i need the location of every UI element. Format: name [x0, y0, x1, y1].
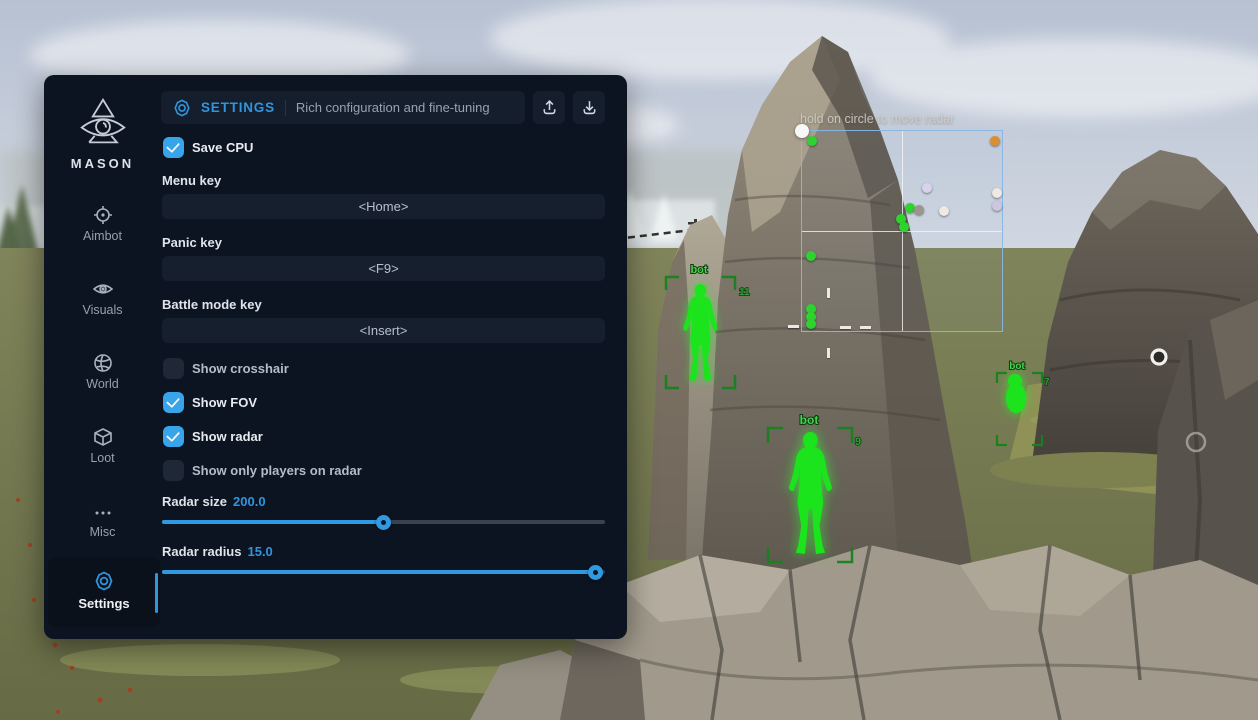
checkbox-label: Show crosshair: [192, 361, 289, 376]
ellipsis-icon: [93, 501, 113, 521]
section-header: SETTINGS Rich configuration and fine-tun…: [161, 91, 525, 124]
slider-fill: [162, 570, 596, 574]
loot-ring-marker: [1152, 350, 1166, 364]
eye-icon: [93, 279, 113, 299]
slider-fill: [162, 520, 384, 524]
sidebar-item-visuals[interactable]: Visuals: [44, 279, 161, 317]
export-config-button[interactable]: [533, 91, 565, 124]
sidebar-item-settings[interactable]: Settings: [48, 557, 160, 627]
show-radar-checkbox[interactable]: [163, 426, 184, 447]
panic-key-field[interactable]: <F9>: [162, 256, 605, 281]
show-fov-checkbox[interactable]: [163, 392, 184, 413]
radar-dot: [807, 136, 817, 146]
sidebar-item-label: Settings: [78, 596, 129, 611]
radar-dot: [992, 188, 1002, 198]
esp-bot-label: bot: [800, 413, 819, 427]
radar-radius-value: 15.0: [247, 544, 272, 559]
checkbox-label: Show only players on radar: [192, 463, 362, 478]
show-only-players-checkbox[interactable]: [163, 460, 184, 481]
show-only-players-row: Show only players on radar: [163, 460, 362, 481]
page-title: SETTINGS: [201, 100, 275, 115]
radar-size-value: 200.0: [233, 494, 266, 509]
checkbox-label: Save CPU: [192, 140, 253, 155]
radar-widget[interactable]: hold on circle to move radar: [801, 130, 1003, 332]
page-subtitle: Rich configuration and fine-tuning: [296, 100, 490, 115]
sidebar-item-misc[interactable]: Misc: [44, 501, 161, 539]
cheat-menu-panel: MASON Aimbot Visuals World Loot Misc: [44, 75, 627, 639]
globe-icon: [93, 353, 113, 373]
slider-thumb[interactable]: [376, 515, 391, 530]
save-cpu-row: Save CPU: [163, 137, 253, 158]
sidebar-item-world[interactable]: World: [44, 353, 161, 391]
radar-radius-slider[interactable]: [162, 565, 605, 579]
show-crosshair-row: Show crosshair: [163, 358, 289, 379]
radar-dot: [990, 136, 1000, 146]
radar-drag-handle[interactable]: [795, 124, 809, 138]
radar-hint: hold on circle to move radar: [800, 112, 954, 126]
radar-dot: [992, 201, 1002, 211]
radar-size-label: Radar size200.0: [162, 494, 266, 509]
radar-dot: [914, 205, 924, 215]
sidebar-item-label: Aimbot: [83, 229, 122, 243]
radar-mark: [840, 326, 851, 329]
radar-mark: [788, 325, 799, 328]
radar-dot: [899, 222, 909, 232]
active-indicator: [155, 573, 158, 613]
download-icon: [581, 99, 598, 116]
sidebar-item-label: World: [86, 377, 118, 391]
show-crosshair-checkbox[interactable]: [163, 358, 184, 379]
cube-icon: [93, 427, 113, 447]
slider-thumb[interactable]: [588, 565, 603, 580]
import-config-button[interactable]: [573, 91, 605, 124]
radar-dot: [806, 319, 816, 329]
radar-mark: [827, 348, 830, 358]
radar-dot: [806, 251, 816, 261]
sidebar-item-loot[interactable]: Loot: [44, 427, 161, 465]
sidebar-item-label: Loot: [90, 451, 114, 465]
upload-icon: [541, 99, 558, 116]
show-radar-row: Show radar: [163, 426, 263, 447]
show-fov-row: Show FOV: [163, 392, 257, 413]
radar-mark: [860, 326, 871, 329]
radar-mark: [827, 288, 830, 298]
keybind-label: Menu key: [162, 173, 221, 188]
crosshair-icon: [93, 205, 113, 225]
checkbox-label: Show radar: [192, 429, 263, 444]
gear-icon: [173, 99, 191, 117]
sidebar-item-aimbot[interactable]: Aimbot: [44, 205, 161, 243]
battle-mode-key-field[interactable]: <Insert>: [162, 318, 605, 343]
gear-icon: [94, 571, 114, 591]
radar-size-slider[interactable]: [162, 515, 605, 529]
esp-bot-label: bot: [1009, 361, 1025, 372]
radar-dot: [939, 206, 949, 216]
mason-eye-icon: [76, 97, 130, 147]
menu-key-field[interactable]: <Home>: [162, 194, 605, 219]
brand-name: MASON: [44, 156, 161, 171]
esp-bot-distance: 9: [855, 436, 861, 448]
esp-bot-distance: 11: [739, 287, 750, 298]
sidebar-item-label: Misc: [90, 525, 116, 539]
esp-bot-distance: 7: [1044, 377, 1050, 388]
esp-bot-label: bot: [690, 264, 707, 276]
keybind-label: Panic key: [162, 235, 222, 250]
sidebar-item-label: Visuals: [82, 303, 122, 317]
brand-logo: MASON: [44, 97, 161, 171]
divider: [285, 100, 286, 116]
save-cpu-checkbox[interactable]: [163, 137, 184, 158]
keybind-label: Battle mode key: [162, 297, 262, 312]
radar-radius-label: Radar radius15.0: [162, 544, 273, 559]
checkbox-label: Show FOV: [192, 395, 257, 410]
radar-dot: [922, 183, 932, 193]
